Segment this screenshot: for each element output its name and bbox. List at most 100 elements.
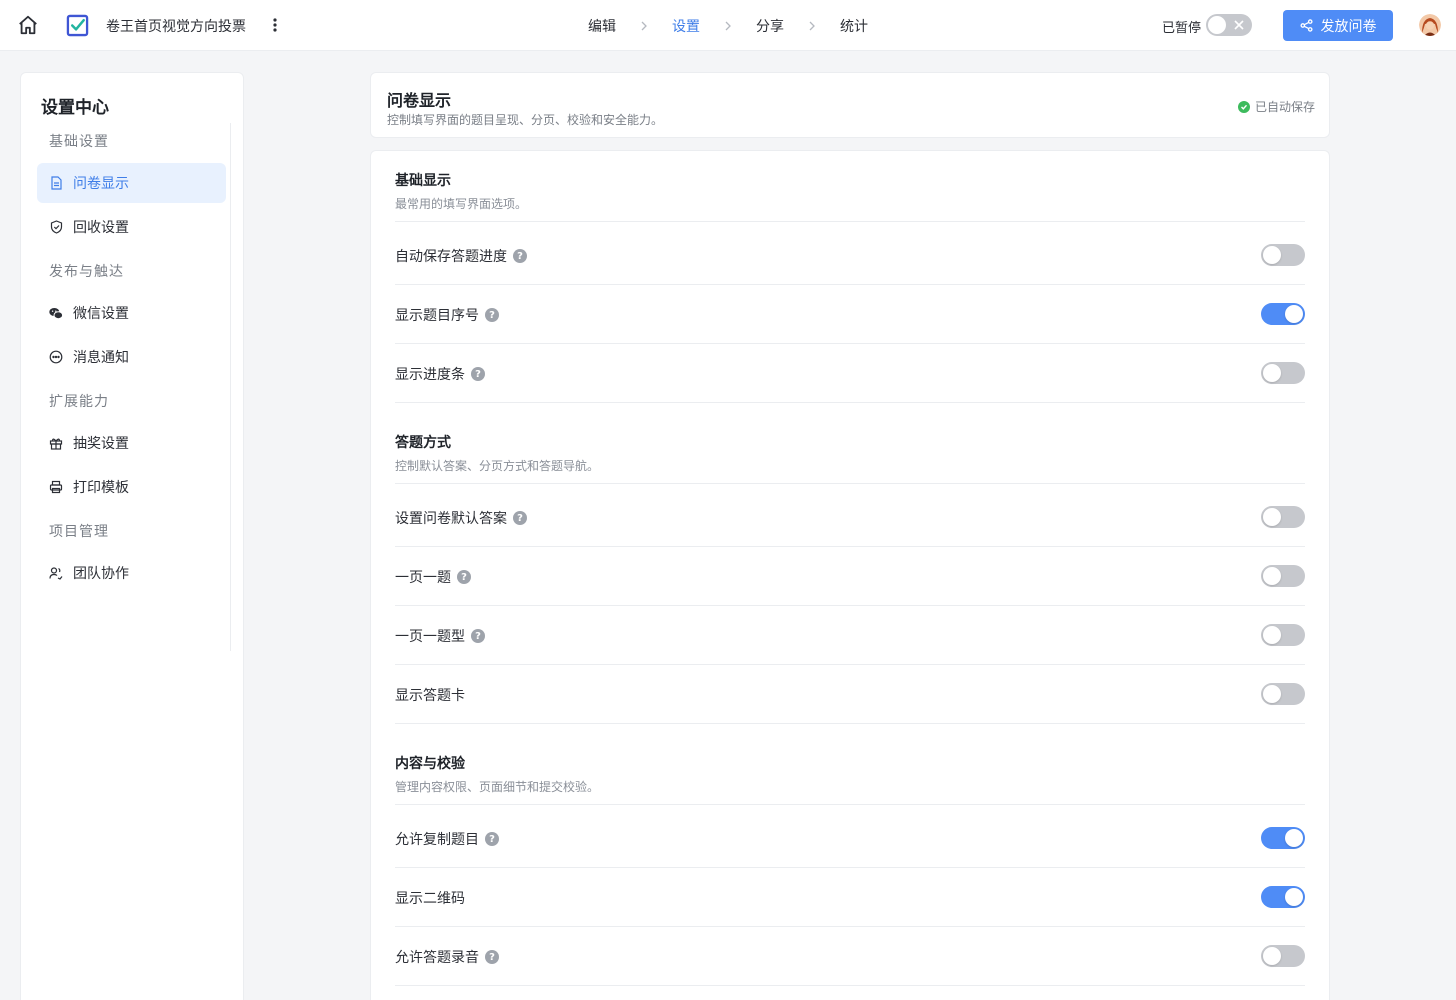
close-icon — [1234, 20, 1244, 30]
app-logo-icon — [66, 14, 89, 37]
sidebar-group-label: 发布与触达 — [49, 264, 124, 280]
divider — [395, 926, 1305, 927]
divider — [395, 402, 1305, 403]
toggle-knob — [1285, 829, 1303, 847]
sidebar-item-survey-display[interactable]: 问卷显示 — [37, 163, 226, 203]
toggle-one-type-per-page[interactable] — [1261, 624, 1305, 646]
sidebar-group-label: 扩展能力 — [49, 394, 109, 410]
setting-label-text: 一页一题型 — [395, 629, 465, 645]
setting-label-text: 自动保存答题进度 — [395, 249, 507, 265]
sidebar-item-label: 打印模板 — [73, 480, 129, 496]
sidebar-item-label: 团队协作 — [73, 566, 129, 582]
home-icon — [19, 15, 37, 35]
section-title: 基础显示 — [395, 173, 451, 189]
sidebar-item-team-collaboration[interactable]: 团队协作 — [37, 553, 226, 593]
toggle-one-question-per-page[interactable] — [1261, 565, 1305, 587]
divider — [395, 985, 1305, 986]
toggle-question-number[interactable] — [1261, 303, 1305, 325]
document-icon — [50, 176, 62, 190]
help-icon[interactable]: ? — [485, 832, 499, 846]
settings-card: 基础显示 最常用的填写界面选项。 自动保存答题进度 ? 显示题目序号 ? 显示进… — [370, 150, 1330, 1000]
autosave-status: 已自动保存 — [1237, 98, 1315, 115]
sidebar-item-print-template[interactable]: 打印模板 — [37, 467, 226, 507]
toggle-knob — [1208, 16, 1226, 34]
chevron-right-icon — [809, 21, 815, 31]
page-title: 问卷显示 — [387, 91, 452, 110]
sidebar-item-label: 回收设置 — [73, 220, 129, 236]
pause-label: 已暂停 — [1162, 21, 1202, 36]
setting-label-text: 设置问卷默认答案 — [395, 511, 507, 527]
section-title: 答题方式 — [395, 435, 451, 451]
toggle-allow-recording[interactable] — [1261, 945, 1305, 967]
setting-label-text: 显示二维码 — [395, 891, 465, 907]
section-description: 控制默认答案、分页方式和答题导航。 — [395, 459, 600, 473]
sidebar-group-label: 基础设置 — [49, 134, 109, 150]
sidebar-item-notifications[interactable]: 消息通知 — [37, 337, 226, 377]
divider — [395, 221, 1305, 222]
setting-label-show-qrcode: 显示二维码 — [395, 888, 465, 908]
divider — [395, 867, 1305, 868]
step-navigation: 编辑 设置 分享 统计 — [588, 16, 868, 36]
divider — [395, 804, 1305, 805]
toggle-knob — [1263, 626, 1281, 644]
toggle-auto-save[interactable] — [1261, 244, 1305, 266]
help-icon[interactable]: ? — [513, 249, 527, 263]
help-icon[interactable]: ? — [471, 629, 485, 643]
page-header-card: 问卷显示 控制填写界面的题目呈现、分页、校验和安全能力。 已自动保存 — [370, 72, 1330, 138]
toggle-knob — [1263, 508, 1281, 526]
toggle-knob — [1263, 947, 1281, 965]
sidebar-item-lottery-settings[interactable]: 抽奖设置 — [37, 423, 226, 463]
chevron-right-icon — [641, 21, 647, 31]
divider — [395, 664, 1305, 665]
step-statistics[interactable]: 统计 — [840, 16, 868, 36]
setting-label-text: 允许复制题目 — [395, 832, 479, 848]
divider — [395, 483, 1305, 484]
user-avatar[interactable] — [1419, 14, 1441, 36]
publish-survey-button[interactable]: 发放问卷 — [1283, 10, 1393, 41]
setting-label-default-answer: 设置问卷默认答案 ? — [395, 508, 527, 528]
toggle-progress-bar[interactable] — [1261, 362, 1305, 384]
shield-check-icon — [50, 220, 62, 234]
home-button[interactable] — [16, 13, 40, 37]
divider — [395, 605, 1305, 606]
setting-label-text: 显示答题卡 — [395, 688, 465, 704]
help-icon[interactable]: ? — [457, 570, 471, 584]
help-icon[interactable]: ? — [485, 308, 499, 322]
divider — [395, 284, 1305, 285]
toggle-answer-card[interactable] — [1261, 683, 1305, 705]
sidebar-item-label: 微信设置 — [73, 306, 129, 322]
step-edit[interactable]: 编辑 — [588, 16, 616, 36]
sidebar-title: 设置中心 — [41, 98, 109, 118]
step-settings[interactable]: 设置 — [672, 16, 700, 36]
pause-toggle[interactable] — [1206, 14, 1252, 36]
setting-label-allow-copy: 允许复制题目 ? — [395, 829, 499, 849]
more-options-button[interactable] — [266, 14, 284, 36]
toggle-default-answer[interactable] — [1261, 506, 1305, 528]
setting-label-allow-recording: 允许答题录音 ? — [395, 947, 499, 967]
toggle-allow-copy[interactable] — [1261, 827, 1305, 849]
toggle-knob — [1263, 685, 1281, 703]
sidebar-item-label: 消息通知 — [73, 350, 129, 366]
setting-label-question-number: 显示题目序号 ? — [395, 305, 499, 325]
more-vertical-icon — [273, 18, 277, 32]
printer-icon — [49, 480, 63, 494]
divider — [395, 343, 1305, 344]
team-icon — [49, 567, 63, 580]
toggle-knob — [1285, 888, 1303, 906]
step-share[interactable]: 分享 — [756, 16, 784, 36]
toggle-show-qrcode[interactable] — [1261, 886, 1305, 908]
page-description: 控制填写界面的题目呈现、分页、校验和安全能力。 — [387, 113, 664, 127]
setting-label-text: 允许答题录音 — [395, 950, 479, 966]
setting-label-one-question-per-page: 一页一题 ? — [395, 567, 471, 587]
sidebar-group-label: 项目管理 — [49, 524, 109, 540]
sidebar-item-wechat-settings[interactable]: 微信设置 — [37, 293, 226, 333]
help-icon[interactable]: ? — [485, 950, 499, 964]
survey-title: 卷王首页视觉方向投票 — [106, 19, 246, 35]
sidebar-item-label: 抽奖设置 — [73, 436, 129, 452]
gift-icon — [49, 438, 63, 450]
sidebar-item-collection-settings[interactable]: 回收设置 — [37, 207, 226, 247]
message-icon — [49, 350, 63, 364]
help-icon[interactable]: ? — [513, 511, 527, 525]
help-icon[interactable]: ? — [471, 367, 485, 381]
setting-label-progress-bar: 显示进度条 ? — [395, 364, 485, 384]
